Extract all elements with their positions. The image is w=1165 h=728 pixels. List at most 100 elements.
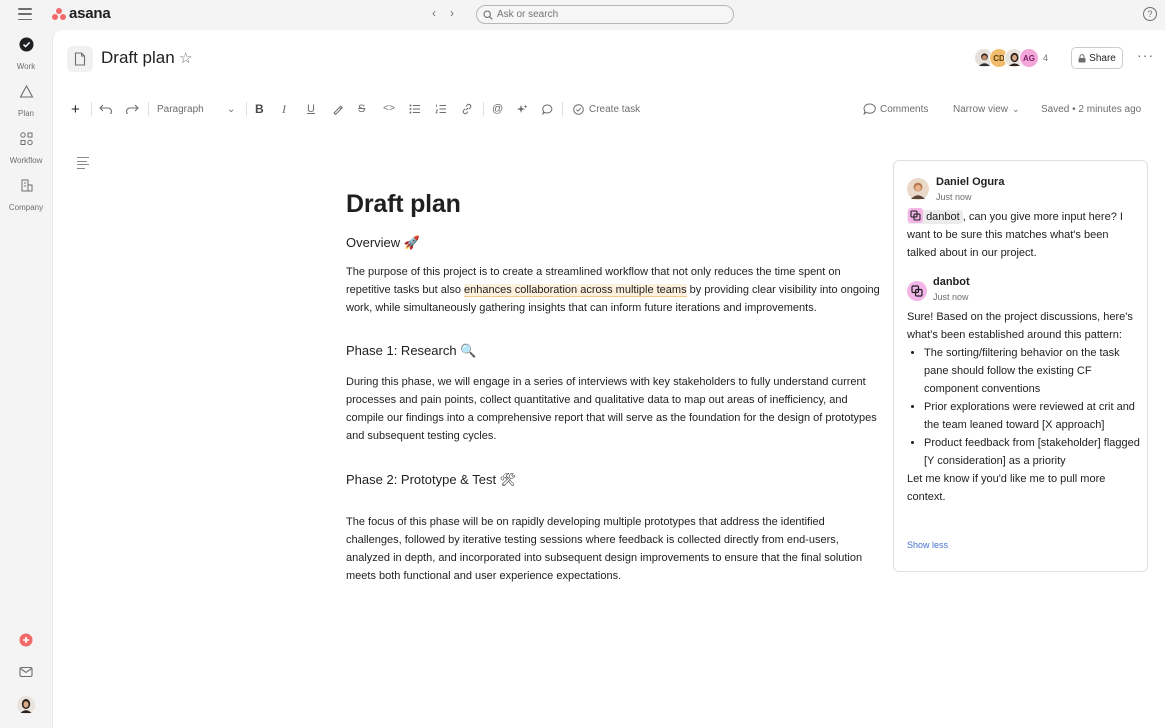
list-item: Prior explorations were reviewed at crit…: [924, 398, 1140, 434]
toolbar-divider: [483, 102, 484, 116]
help-icon[interactable]: ?: [1143, 7, 1157, 21]
more-options-icon[interactable]: ···: [1137, 47, 1154, 63]
comment-bullet-list: The sorting/filtering behavior on the ta…: [907, 344, 1140, 470]
mention-icon[interactable]: @: [492, 100, 503, 118]
undo-icon[interactable]: [99, 100, 113, 118]
comments-toggle[interactable]: Comments: [863, 100, 928, 118]
user-avatar[interactable]: [0, 696, 52, 714]
toolbar-divider: [562, 102, 563, 116]
paragraph-style-dropdown[interactable]: Paragraph: [157, 100, 204, 118]
workflow-icon: [19, 132, 33, 146]
sidebar-item-company[interactable]: Company: [0, 178, 52, 215]
mention-chip[interactable]: danbot: [907, 208, 963, 224]
sidebar-item-label: Workflow: [9, 156, 43, 165]
phase2-heading[interactable]: Phase 2: Prototype & Test 🛠: [346, 472, 881, 488]
create-task-button[interactable]: Create task: [573, 100, 640, 118]
inbox-button[interactable]: [0, 666, 52, 678]
phase2-paragraph[interactable]: The focus of this phase will be on rapid…: [346, 513, 881, 585]
code-icon[interactable]: <>: [383, 100, 395, 118]
mention-name: danbot: [926, 211, 960, 223]
top-bar: asana ‹ › ?: [0, 0, 1165, 28]
share-button[interactable]: Share: [1071, 47, 1123, 69]
search-icon: [483, 9, 493, 20]
link-icon[interactable]: [461, 100, 473, 118]
insert-plus-icon[interactable]: +: [71, 100, 80, 118]
check-circle-icon: [19, 37, 33, 52]
create-task-label: Create task: [589, 103, 641, 115]
comment-body: danbot, can you give more input here? I …: [907, 208, 1140, 262]
logo-text: asana: [69, 5, 111, 22]
strikethrough-icon[interactable]: S: [358, 100, 365, 118]
highlight-icon[interactable]: [332, 100, 343, 118]
menu-icon[interactable]: [18, 8, 32, 20]
toolbar-divider: [148, 102, 149, 116]
create-plus-icon: [19, 633, 33, 647]
sidebar: Work Plan Workflow Company: [0, 28, 52, 728]
profile-avatar-icon: [17, 696, 35, 714]
phase1-paragraph[interactable]: During this phase, we will engage in a s…: [346, 373, 881, 445]
list-item: The sorting/filtering behavior on the ta…: [924, 344, 1140, 398]
triangle-icon: [19, 84, 33, 98]
phase1-heading[interactable]: Phase 1: Research 🔍: [346, 343, 881, 359]
sidebar-item-workflow[interactable]: Workflow: [0, 131, 52, 168]
sidebar-item-plan[interactable]: Plan: [0, 84, 52, 121]
star-icon[interactable]: ☆: [179, 49, 192, 67]
search-bar[interactable]: [476, 5, 734, 24]
paragraph-style-label: Paragraph: [157, 103, 204, 115]
comments-label: Comments: [880, 103, 929, 115]
document-title[interactable]: Draft plan: [346, 190, 881, 219]
main-panel: Draft plan ☆ CD AG 4 Share ··· + Paragra…: [52, 30, 1165, 728]
bulleted-list-icon[interactable]: [409, 100, 421, 118]
underline-icon[interactable]: U: [307, 100, 315, 118]
forward-arrow-icon[interactable]: ›: [450, 6, 454, 20]
back-arrow-icon[interactable]: ‹: [432, 6, 436, 20]
document-header: Draft plan ☆ CD AG 4 Share ···: [53, 30, 1165, 86]
building-icon: [21, 179, 32, 192]
comment-author[interactable]: Daniel Ogura: [936, 176, 1004, 188]
comment-timestamp: Just now: [933, 292, 969, 302]
sidebar-item-label: Work: [16, 62, 36, 71]
bold-icon[interactable]: B: [255, 100, 264, 118]
daniel-avatar: [907, 178, 929, 200]
document-icon: [67, 46, 93, 72]
comment-body: Sure! Based on the project discussions, …: [907, 308, 1140, 506]
sidebar-item-work[interactable]: Work: [0, 37, 52, 74]
page-title: Draft plan: [101, 48, 175, 67]
member-avatar-initials: AG: [1019, 48, 1039, 68]
history-nav: ‹ ›: [432, 6, 454, 20]
danbot-icon: [908, 208, 923, 223]
danbot-avatar-icon: [907, 281, 927, 301]
editor-toolbar: + Paragraph ⌄ B I U S <> @ Create task C…: [53, 96, 1165, 122]
inbox-icon: [19, 666, 33, 678]
outline-icon[interactable]: [77, 157, 89, 171]
view-width-dropdown[interactable]: Narrow view ⌄: [953, 100, 1020, 118]
numbered-list-icon[interactable]: [435, 100, 447, 118]
view-width-label: Narrow view: [953, 103, 1009, 115]
chevron-down-icon[interactable]: ⌄: [227, 100, 235, 118]
overview-paragraph[interactable]: The purpose of this project is to create…: [346, 263, 881, 317]
italic-icon[interactable]: I: [282, 100, 286, 118]
show-less-link[interactable]: Show less: [907, 540, 948, 550]
search-input[interactable]: [497, 9, 717, 20]
document-body[interactable]: Draft plan Overview 🚀 The purpose of thi…: [346, 190, 881, 585]
member-count: 4: [1043, 53, 1049, 63]
comment-author[interactable]: danbot: [933, 276, 970, 288]
comment-bubble-icon: [863, 103, 876, 115]
comment-icon[interactable]: [542, 100, 553, 118]
save-status: Saved • 2 minutes ago: [1041, 103, 1142, 115]
lock-icon: [1078, 53, 1086, 62]
comment-thread-panel: Daniel Ogura Just now danbot, can you gi…: [893, 160, 1148, 572]
create-button[interactable]: [0, 633, 52, 647]
comment-outro: Let me know if you'd like me to pull mor…: [907, 473, 1106, 503]
overview-heading[interactable]: Overview 🚀: [346, 235, 881, 251]
comment-timestamp: Just now: [936, 192, 972, 202]
asana-logo[interactable]: asana: [52, 5, 111, 22]
highlighted-comment-text[interactable]: enhances collaboration across multiple t…: [464, 284, 687, 297]
comment-intro: Sure! Based on the project discussions, …: [907, 311, 1133, 341]
sidebar-item-label: Plan: [17, 109, 34, 118]
ai-sparkle-icon[interactable]: [517, 100, 528, 118]
logo-dots-icon: [52, 7, 66, 20]
redo-icon[interactable]: [125, 100, 139, 118]
member-avatars[interactable]: CD AG 4: [974, 48, 1048, 68]
toolbar-divider: [91, 102, 92, 116]
